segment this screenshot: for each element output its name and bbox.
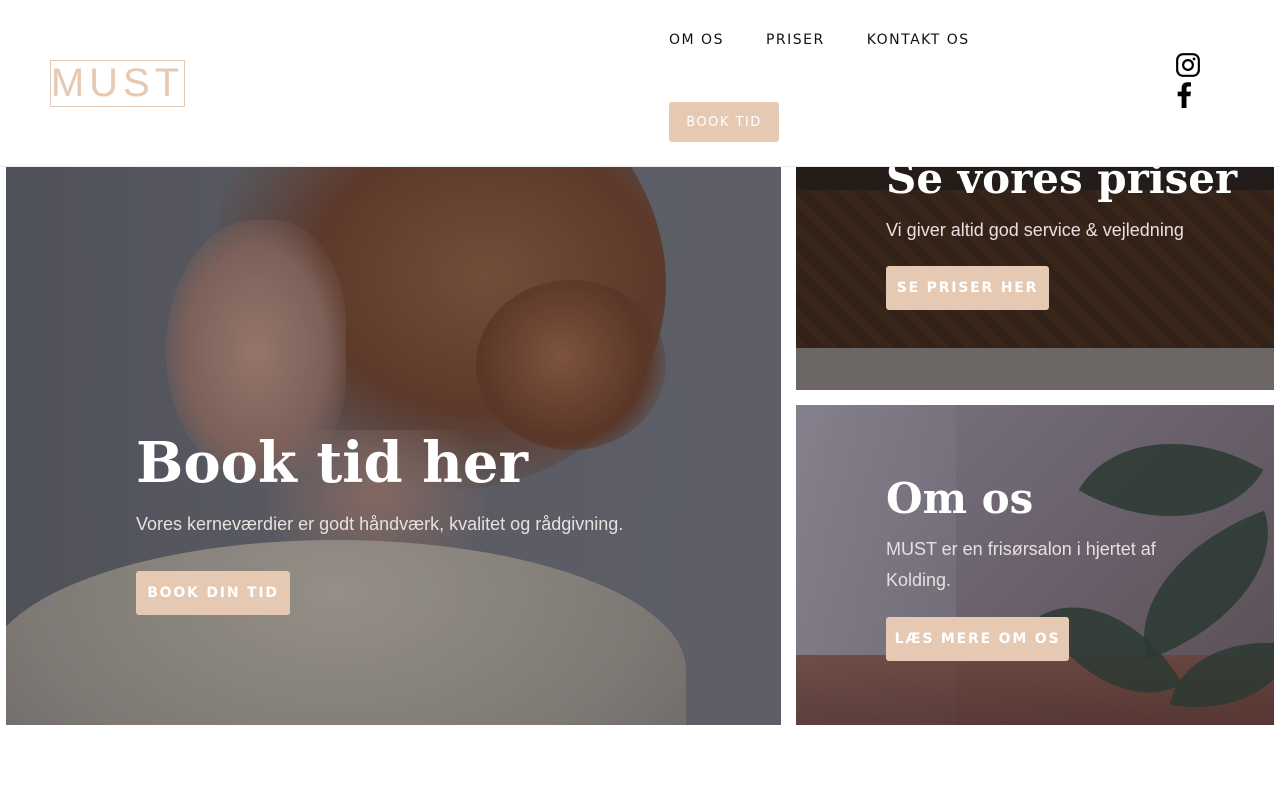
about-panel: Om os MUST er en frisørsalon i hjertet a… [796, 405, 1274, 725]
nav-item-kontakt-os[interactable]: KONTAKT OS [867, 30, 970, 50]
se-priser-her-button[interactable]: SE PRISER HER [886, 266, 1049, 310]
nav-item-priser[interactable]: PRISER [766, 30, 825, 50]
nav-item-om-os[interactable]: OM OS [669, 30, 724, 50]
laes-mere-om-os-button[interactable]: LÆS MERE OM OS [886, 617, 1069, 661]
hero-title: Book tid her [136, 430, 528, 496]
social-links [1172, 52, 1202, 108]
book-din-tid-button[interactable]: BOOK DIN TID [136, 571, 290, 615]
must-logo[interactable]: MUST [50, 60, 185, 107]
prices-subtitle: Vi giver altid god service & vejledning [886, 220, 1184, 240]
prices-photo-strip [796, 348, 1274, 390]
about-subtitle: MUST er en frisørsalon i hjertet af Kold… [886, 539, 1156, 590]
facebook-icon[interactable] [1174, 82, 1194, 108]
book-tid-button[interactable]: BOOK TID [669, 102, 779, 142]
about-title: Om os [886, 474, 1034, 523]
instagram-icon[interactable] [1175, 52, 1201, 78]
site-header: MUST OM OS PRISER KONTAKT OS BOOK TID [0, 0, 1280, 167]
main-nav: OM OS PRISER KONTAKT OS [669, 30, 1012, 50]
hero-subtitle: Vores kerneværdier er godt håndværk, kva… [136, 514, 624, 534]
